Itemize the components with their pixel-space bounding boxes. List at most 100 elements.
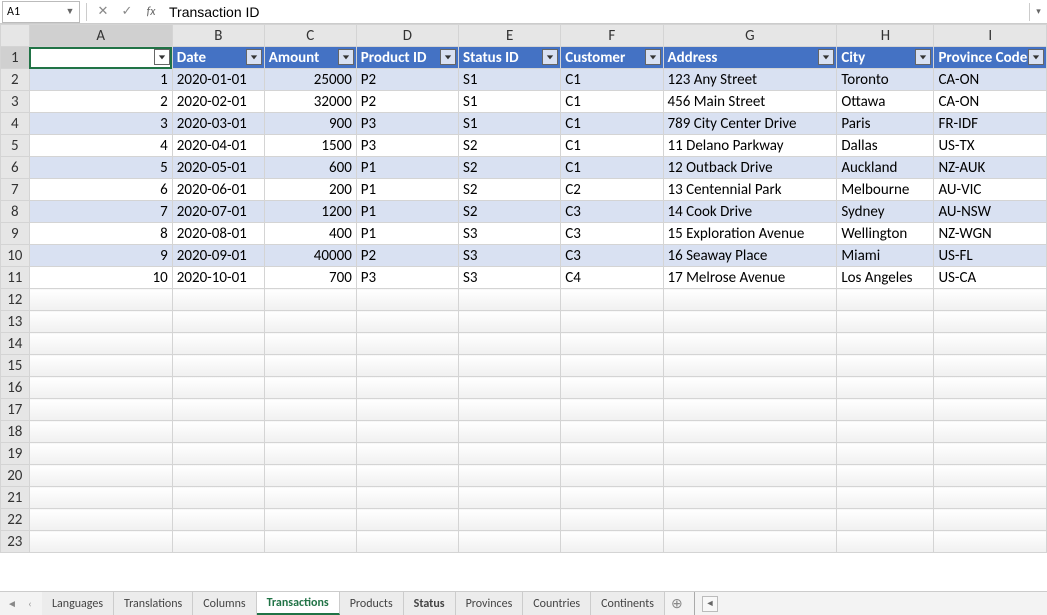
empty-cell[interactable] [459,509,561,531]
table-cell[interactable]: Toronto [837,69,934,91]
empty-cell[interactable] [934,509,1047,531]
table-cell[interactable]: 2020-09-01 [172,245,264,267]
empty-cell[interactable] [934,289,1047,311]
empty-cell[interactable] [172,421,264,443]
empty-cell[interactable] [663,333,837,355]
row-header[interactable]: 6 [1,157,30,179]
table-cell[interactable]: US-CA [934,267,1047,289]
row-header[interactable]: 5 [1,135,30,157]
empty-cell[interactable] [561,377,663,399]
column-header[interactable]: I [934,25,1047,47]
filter-dropdown-icon[interactable] [440,49,456,65]
table-cell[interactable]: 456 Main Street [663,91,837,113]
sheet-tab[interactable]: Status [404,592,456,615]
empty-cell[interactable] [459,531,561,553]
empty-cell[interactable] [264,289,356,311]
row-header[interactable]: 12 [1,289,30,311]
empty-cell[interactable] [663,399,837,421]
table-cell[interactable]: S2 [459,135,561,157]
sheet-tab[interactable]: Transactions [257,592,340,615]
table-cell[interactable]: Sydney [837,201,934,223]
enter-icon[interactable]: ✓ [118,3,136,21]
empty-cell[interactable] [837,509,934,531]
empty-cell[interactable] [561,487,663,509]
empty-cell[interactable] [29,443,172,465]
empty-cell[interactable] [356,377,458,399]
table-cell[interactable]: S1 [459,91,561,113]
table-cell[interactable]: 14 Cook Drive [663,201,837,223]
empty-cell[interactable] [837,421,934,443]
column-header[interactable]: A [29,25,172,47]
table-cell[interactable]: 15 Exploration Avenue [663,223,837,245]
empty-cell[interactable] [837,487,934,509]
empty-cell[interactable] [172,377,264,399]
table-header-cell[interactable]: Amount [264,47,356,69]
table-cell[interactable]: C3 [561,201,663,223]
empty-cell[interactable] [663,531,837,553]
table-cell[interactable]: S1 [459,113,561,135]
cancel-icon[interactable]: ✕ [94,3,112,21]
table-cell[interactable]: C1 [561,157,663,179]
table-header-cell[interactable]: Date [172,47,264,69]
empty-cell[interactable] [356,311,458,333]
filter-dropdown-icon[interactable] [915,49,931,65]
filter-dropdown-icon[interactable] [645,49,661,65]
empty-cell[interactable] [561,443,663,465]
empty-cell[interactable] [29,333,172,355]
empty-cell[interactable] [663,465,837,487]
table-cell[interactable]: Miami [837,245,934,267]
table-cell[interactable]: 2020-03-01 [172,113,264,135]
row-header[interactable]: 8 [1,201,30,223]
table-cell[interactable]: 2020-08-01 [172,223,264,245]
table-cell[interactable]: Los Angeles [837,267,934,289]
table-cell[interactable]: S3 [459,267,561,289]
empty-cell[interactable] [459,443,561,465]
table-cell[interactable]: P2 [356,91,458,113]
column-header[interactable]: F [561,25,663,47]
table-cell[interactable]: 40000 [264,245,356,267]
empty-cell[interactable] [172,333,264,355]
filter-dropdown-icon[interactable] [154,49,170,65]
table-cell[interactable]: 2020-07-01 [172,201,264,223]
table-cell[interactable]: S2 [459,157,561,179]
empty-cell[interactable] [264,487,356,509]
empty-cell[interactable] [561,421,663,443]
formula-expand-icon[interactable]: ▾ [1029,3,1047,21]
sheet-tab[interactable]: Provinces [456,592,524,615]
sheet-tab[interactable]: Products [340,592,404,615]
spreadsheet-grid[interactable]: ABCDEFGHI1Transaction IDDateAmountProduc… [0,24,1047,553]
empty-cell[interactable] [172,509,264,531]
row-header[interactable]: 2 [1,69,30,91]
table-header-cell[interactable]: Customer [561,47,663,69]
empty-cell[interactable] [663,377,837,399]
table-cell[interactable]: 9 [29,245,172,267]
filter-dropdown-icon[interactable] [1028,49,1044,65]
table-cell[interactable]: P3 [356,113,458,135]
empty-cell[interactable] [561,355,663,377]
empty-cell[interactable] [837,465,934,487]
table-cell[interactable]: 4 [29,135,172,157]
empty-cell[interactable] [172,355,264,377]
empty-cell[interactable] [459,289,561,311]
table-cell[interactable]: 3 [29,113,172,135]
empty-cell[interactable] [459,465,561,487]
table-header-cell[interactable]: Province Code [934,47,1047,69]
empty-cell[interactable] [172,465,264,487]
empty-cell[interactable] [356,399,458,421]
column-header[interactable]: C [264,25,356,47]
table-header-cell[interactable]: Address [663,47,837,69]
table-cell[interactable]: 10 [29,267,172,289]
empty-cell[interactable] [356,465,458,487]
table-cell[interactable]: S1 [459,69,561,91]
row-header[interactable]: 17 [1,399,30,421]
table-cell[interactable]: Ottawa [837,91,934,113]
empty-cell[interactable] [264,399,356,421]
row-header[interactable]: 22 [1,509,30,531]
sheet-tab[interactable]: Countries [523,592,591,615]
empty-cell[interactable] [459,487,561,509]
table-cell[interactable]: 900 [264,113,356,135]
row-header[interactable]: 9 [1,223,30,245]
table-cell[interactable]: C4 [561,267,663,289]
row-header[interactable]: 11 [1,267,30,289]
empty-cell[interactable] [264,509,356,531]
